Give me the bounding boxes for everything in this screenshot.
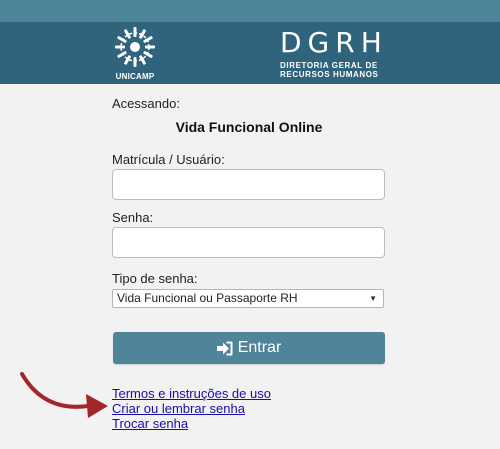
- change-password-link[interactable]: Trocar senha: [112, 416, 271, 431]
- password-label: Senha:: [112, 210, 154, 225]
- help-links: Termos e instruções de uso Criar ou lemb…: [112, 386, 271, 431]
- create-password-link[interactable]: Criar ou lembrar senha: [112, 401, 271, 416]
- logo-text: UNICAMP: [115, 72, 155, 81]
- accessing-label: Acessando:: [112, 96, 180, 111]
- password-input[interactable]: [112, 227, 385, 258]
- sign-in-icon: [216, 341, 233, 355]
- dgrh-subtitle-line1: DIRETORIA GERAL DE: [280, 61, 378, 70]
- user-label: Matrícula / Usuário:: [112, 152, 225, 167]
- top-bar: [0, 0, 500, 22]
- curved-arrow-icon: [20, 372, 108, 418]
- login-page: UNICAMP DGRH DIRETORIA GERAL DE RECURSOS…: [0, 0, 500, 449]
- dgrh-logo: DGRH DIRETORIA GERAL DE RECURSOS HUMANOS: [280, 28, 390, 80]
- user-input[interactable]: [112, 169, 385, 200]
- password-type-selected: Vida Funcional ou Passaporte RH: [117, 291, 298, 305]
- password-type-select[interactable]: Vida Funcional ou Passaporte RH ▼: [112, 289, 384, 308]
- system-name: Vida Funcional Online: [175, 119, 323, 135]
- dropdown-arrow-icon: ▼: [369, 294, 377, 303]
- password-type-label: Tipo de senha:: [112, 271, 198, 286]
- unicamp-emblem-icon: [115, 27, 155, 67]
- unicamp-logo: UNICAMP: [108, 25, 162, 81]
- header-banner: UNICAMP DGRH DIRETORIA GERAL DE RECURSOS…: [0, 22, 500, 84]
- terms-link[interactable]: Termos e instruções de uso: [112, 386, 271, 401]
- dgrh-title: DGRH: [280, 26, 388, 59]
- dgrh-subtitle: DIRETORIA GERAL DE RECURSOS HUMANOS: [280, 61, 379, 79]
- submit-label: Entrar: [237, 339, 282, 356]
- submit-button[interactable]: Entrar: [113, 332, 385, 364]
- dgrh-subtitle-line2: RECURSOS HUMANOS: [280, 70, 379, 79]
